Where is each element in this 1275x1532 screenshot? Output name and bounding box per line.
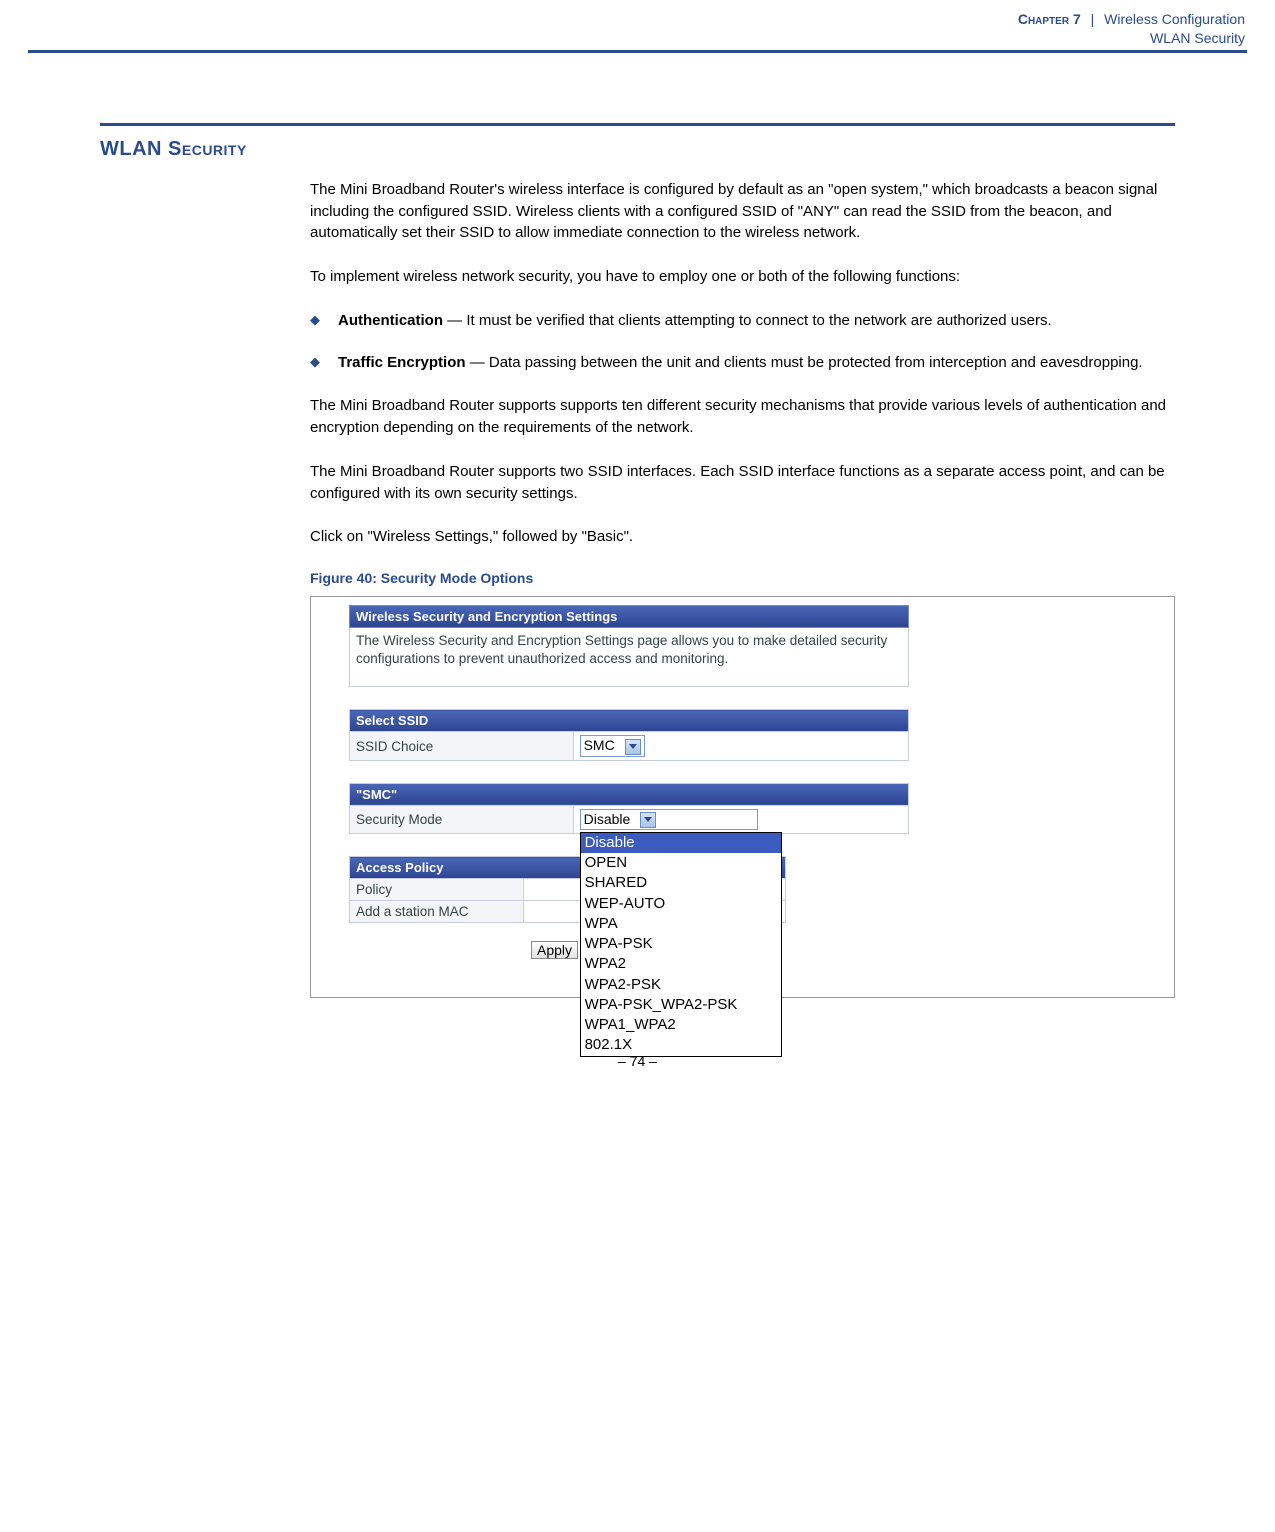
ssid-choice-select[interactable]: SMC bbox=[580, 735, 645, 756]
section-title: WLAN Security bbox=[100, 138, 1175, 161]
option-disable[interactable]: Disable bbox=[581, 833, 781, 853]
ssid-choice-value: SMC bbox=[584, 737, 615, 753]
paragraph-4: The Mini Broadband Router supports two S… bbox=[310, 461, 1175, 505]
panel-smc: "SMC" Security Mode Disable bbox=[349, 783, 909, 834]
header-subtitle: WLAN Security bbox=[1150, 30, 1245, 46]
select-ssid-header: Select SSID bbox=[350, 710, 909, 732]
figure-screenshot: Wireless Security and Encryption Setting… bbox=[310, 596, 1175, 998]
bullet-2-strong: Traffic Encryption bbox=[338, 354, 466, 371]
option-wpa-psk-wpa2-psk[interactable]: WPA-PSK_WPA2-PSK bbox=[581, 995, 781, 1015]
option-wep-auto[interactable]: WEP-AUTO bbox=[581, 894, 781, 914]
page-header: Chapter 7 | Wireless Configuration WLAN … bbox=[28, 10, 1247, 53]
option-wpa1-wpa2[interactable]: WPA1_WPA2 bbox=[581, 1015, 781, 1035]
paragraph-3: The Mini Broadband Router supports suppo… bbox=[310, 395, 1175, 439]
option-8021x[interactable]: 802.1X bbox=[581, 1035, 781, 1055]
paragraph-5: Click on "Wireless Settings," followed b… bbox=[310, 526, 1175, 548]
panel-security-desc: The Wireless Security and Encryption Set… bbox=[349, 628, 909, 687]
add-mac-label: Add a station MAC bbox=[350, 901, 524, 923]
chevron-down-icon bbox=[640, 812, 656, 828]
panel-security-header: Wireless Security and Encryption Setting… bbox=[349, 605, 909, 628]
ssid-choice-label: SSID Choice bbox=[350, 732, 574, 760]
paragraph-2: To implement wireless network security, … bbox=[310, 266, 1175, 288]
security-mode-value: Disable bbox=[584, 811, 631, 827]
bullet-authentication: Authentication — It must be verified tha… bbox=[310, 310, 1175, 332]
header-title: Wireless Configuration bbox=[1104, 11, 1245, 27]
bullet-1-rest: — It must be verified that clients attem… bbox=[443, 312, 1052, 329]
option-shared[interactable]: SHARED bbox=[581, 873, 781, 893]
smc-header: "SMC" bbox=[350, 783, 909, 805]
bullet-2-rest: — Data passing between the unit and clie… bbox=[466, 354, 1143, 371]
figure-caption: Figure 40: Security Mode Options bbox=[310, 570, 1175, 586]
bullet-traffic-encryption: Traffic Encryption — Data passing betwee… bbox=[310, 352, 1175, 374]
option-wpa-psk[interactable]: WPA-PSK bbox=[581, 934, 781, 954]
option-wpa2-psk[interactable]: WPA2-PSK bbox=[581, 975, 781, 995]
header-separator: | bbox=[1085, 11, 1101, 27]
apply-button[interactable]: Apply bbox=[531, 941, 578, 959]
header-chapter: Chapter 7 bbox=[1018, 11, 1081, 27]
security-mode-dropdown[interactable]: Disable OPEN SHARED WEP-AUTO WPA WPA-PSK… bbox=[580, 832, 782, 1057]
chevron-down-icon bbox=[625, 739, 641, 755]
section-rule bbox=[100, 123, 1175, 126]
option-open[interactable]: OPEN bbox=[581, 853, 781, 873]
policy-label: Policy bbox=[350, 879, 524, 901]
security-mode-select[interactable]: Disable bbox=[580, 809, 758, 830]
bullet-list: Authentication — It must be verified tha… bbox=[310, 310, 1175, 374]
option-wpa2[interactable]: WPA2 bbox=[581, 954, 781, 974]
paragraph-1: The Mini Broadband Router's wireless int… bbox=[310, 179, 1175, 244]
panel-select-ssid: Select SSID SSID Choice SMC bbox=[349, 709, 909, 760]
bullet-1-strong: Authentication bbox=[338, 312, 443, 329]
security-mode-label: Security Mode bbox=[350, 805, 574, 833]
option-wpa[interactable]: WPA bbox=[581, 914, 781, 934]
